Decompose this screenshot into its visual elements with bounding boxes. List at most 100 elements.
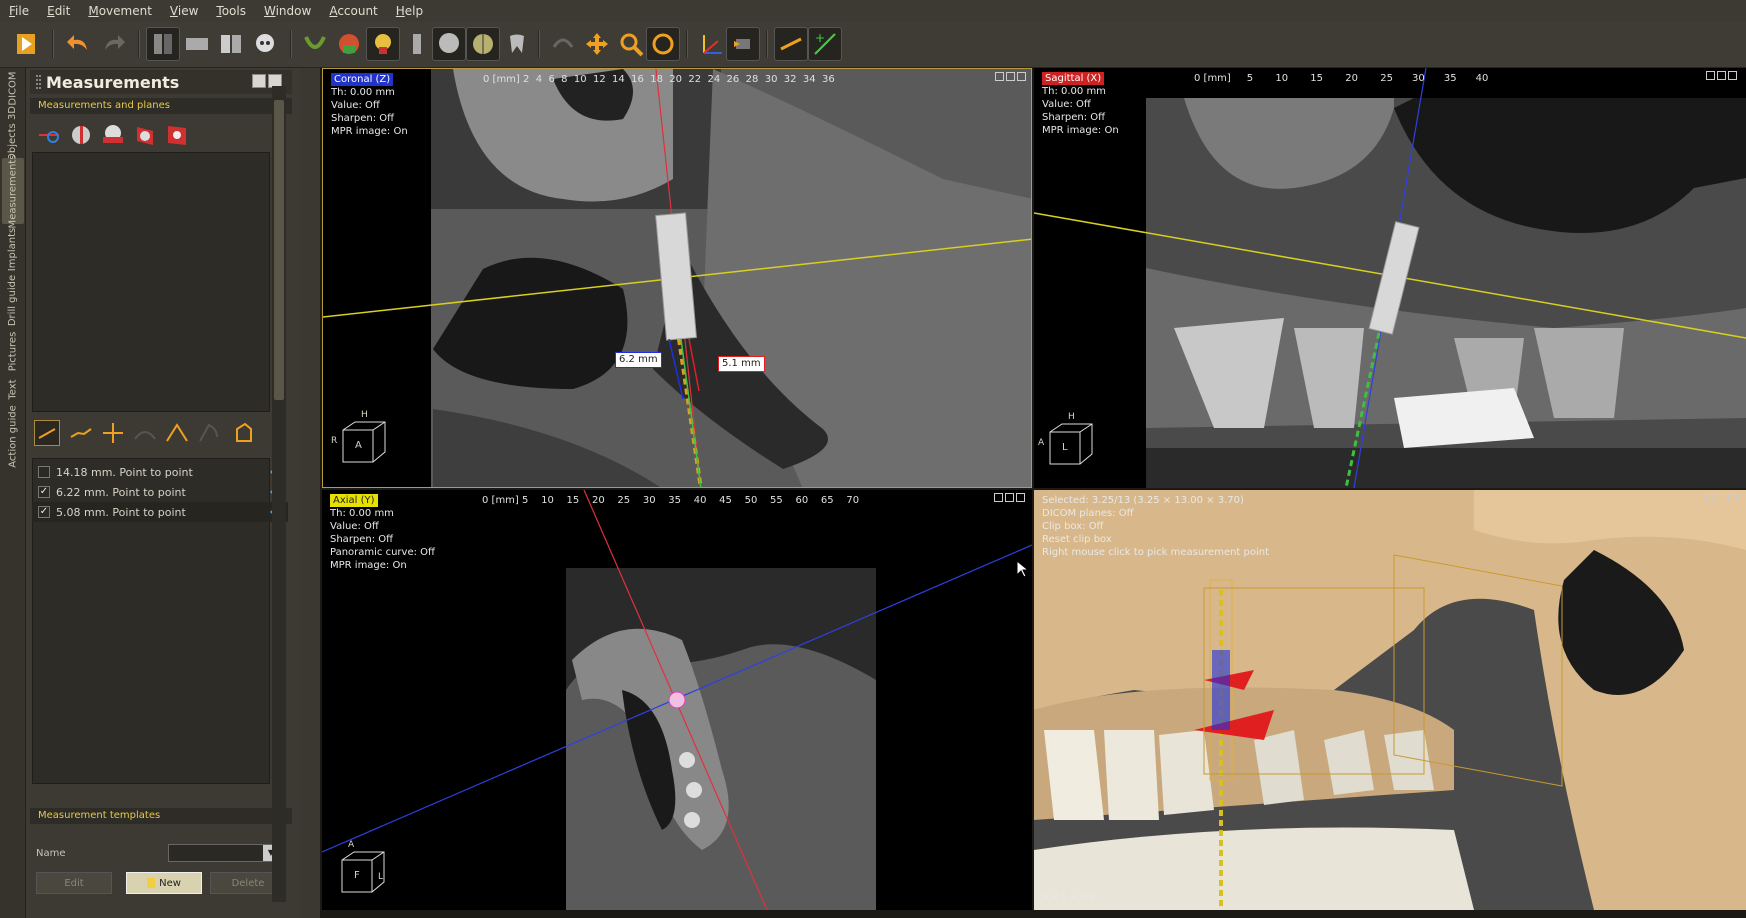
measure-front-button[interactable] [132, 122, 158, 148]
tab-pictures[interactable]: Pictures [2, 328, 24, 374]
add-plane-button[interactable] [36, 122, 62, 148]
sagittal-viewport[interactable]: Sagittal (X) Th: 0.00 mm Value: Off Shar… [1034, 68, 1746, 488]
screenshot-button[interactable] [726, 27, 760, 61]
tool-polyline-button[interactable] [68, 420, 94, 446]
measurement-label: 14.18 mm. Point to point [56, 465, 193, 479]
axial-window-controls[interactable] [994, 493, 1028, 503]
measure-skull-button[interactable] [68, 122, 94, 148]
sagittal-tag[interactable]: Sagittal (X) [1042, 72, 1105, 85]
axes-button[interactable] [694, 27, 728, 61]
coronal-image [323, 69, 1031, 487]
menu-tools[interactable]: Tools [207, 0, 255, 22]
sagittal-window-controls[interactable] [1706, 71, 1740, 81]
measurement-label-5-1[interactable]: 5.1 mm [718, 356, 765, 372]
orientation-cube[interactable]: H A R [331, 410, 391, 470]
brightness-button[interactable] [646, 27, 680, 61]
measurement-checkbox[interactable]: ✓ [38, 506, 50, 518]
menu-view[interactable]: View [161, 0, 207, 22]
coronal-ruler: 0 [mm] 2 4 6 8 10 12 14 16 18 20 22 24 2… [483, 74, 835, 85]
measurement-row[interactable]: ✓ 5.08 mm. Point to point [32, 502, 288, 522]
menu-file[interactable]: File [0, 0, 38, 22]
template-name-select[interactable]: ▼ [168, 844, 280, 862]
edit-button[interactable]: Edit [36, 872, 112, 894]
rotate-button[interactable] [546, 27, 580, 61]
cube-icon [1049, 423, 1093, 465]
measure-side-button[interactable] [100, 122, 126, 148]
cube-icon [342, 421, 386, 463]
menu-account[interactable]: Account [320, 0, 386, 22]
bone-model-icon [375, 34, 391, 54]
skull-front-icon [137, 127, 153, 145]
orientation-cube[interactable]: A F L [334, 840, 390, 900]
measurement-row[interactable]: 14.18 mm. Point to point [32, 462, 288, 482]
scrollbar-thumb[interactable] [274, 100, 284, 400]
tab-implants[interactable]: Implants [2, 226, 24, 272]
skull-side-icon [103, 125, 123, 143]
measurement-checkbox[interactable] [38, 466, 50, 478]
coronal-viewport[interactable]: Coronal (Z) Th: 0.00 mm Value: Off Sharp… [322, 68, 1032, 488]
new-button[interactable]: New [126, 872, 202, 894]
jaw-button[interactable] [298, 27, 332, 61]
tab-action-guide[interactable]: Action guide [2, 404, 24, 468]
coronal-info: Coronal (Z) Th: 0.00 mm Value: Off Sharp… [331, 73, 408, 137]
side-tabs: DICOM Objects 3D Measurements Implants D… [0, 68, 26, 918]
tool-curve-button[interactable] [132, 420, 158, 446]
ruler-tool-button[interactable] [774, 27, 808, 61]
measure-plane-button[interactable] [164, 122, 190, 148]
volume-window-controls[interactable] [1706, 493, 1740, 503]
teeth-view-button[interactable] [214, 27, 248, 61]
menu-help[interactable]: Help [387, 0, 432, 22]
axial-viewport[interactable]: Axial (Y) Th: 0.00 mm Value: Off Sharpen… [322, 490, 1032, 910]
orientation-cube[interactable]: H L A [1038, 412, 1098, 472]
skull-3d-button[interactable] [432, 27, 466, 61]
drag-grip-icon[interactable] [36, 75, 41, 89]
implant-view-button[interactable] [400, 27, 434, 61]
undo-icon [67, 35, 87, 50]
jaw-icon [304, 36, 326, 49]
measurement-label-6-2[interactable]: 6.2 mm [615, 352, 662, 368]
tool-volume-button[interactable] [230, 420, 256, 446]
menu-movement[interactable]: Movement [79, 0, 161, 22]
tool-arc-button[interactable] [196, 420, 222, 446]
panel-float-button[interactable] [252, 74, 266, 88]
measurement-checkbox[interactable]: ✓ [38, 486, 50, 498]
tab-text[interactable]: Text [2, 374, 24, 404]
open-project-button[interactable] [10, 27, 44, 61]
mouse-cursor-icon [1016, 560, 1028, 578]
tooth-button[interactable] [500, 27, 534, 61]
add-measurement-button[interactable]: + [808, 27, 842, 61]
skull-3d-icon [439, 33, 459, 53]
tool-angle-button[interactable] [164, 420, 190, 446]
panel-scrollbar[interactable] [272, 86, 286, 902]
menu-window[interactable]: Window [255, 0, 320, 22]
soft-tissue-button[interactable] [332, 27, 366, 61]
panorama-button[interactable] [180, 27, 214, 61]
axial-tag[interactable]: Axial (Y) [330, 494, 378, 507]
skull-view-button[interactable] [248, 27, 282, 61]
layout-button[interactable] [146, 27, 180, 61]
coronal-window-controls[interactable] [995, 72, 1029, 82]
pan-button[interactable] [580, 27, 614, 61]
undo-button[interactable] [62, 27, 96, 61]
tab-objects-3d[interactable]: Objects 3D [2, 105, 24, 160]
tab-measurements[interactable]: Measurements [2, 154, 24, 228]
bone-model-button[interactable] [366, 27, 400, 61]
volume-viewport[interactable]: Selected: 3.25/13 (3.25 × 13.00 × 3.70) … [1034, 490, 1746, 910]
zoom-button[interactable] [614, 27, 648, 61]
orientation-buttons[interactable]: A P L R H F [1042, 892, 1097, 903]
coronal-tag[interactable]: Coronal (Z) [331, 73, 394, 86]
tool-line-button[interactable] [34, 420, 60, 446]
tool-points-button[interactable] [100, 420, 126, 446]
menu-edit[interactable]: Edit [38, 0, 79, 22]
axial-info: Axial (Y) Th: 0.00 mm Value: Off Sharpen… [330, 494, 435, 571]
sphere-button[interactable] [466, 27, 500, 61]
redo-button[interactable] [96, 27, 130, 61]
tab-drill-guide[interactable]: Drill guide [2, 274, 24, 326]
planes-list[interactable] [32, 152, 270, 412]
measurement-row[interactable]: ✓ 6.22 mm. Point to point [32, 482, 288, 502]
panel-title: Measurements [46, 72, 180, 92]
axes-icon [703, 35, 722, 54]
layout-icon [154, 34, 172, 54]
tab-dicom[interactable]: DICOM [2, 68, 24, 108]
open-project-icon [17, 34, 35, 54]
